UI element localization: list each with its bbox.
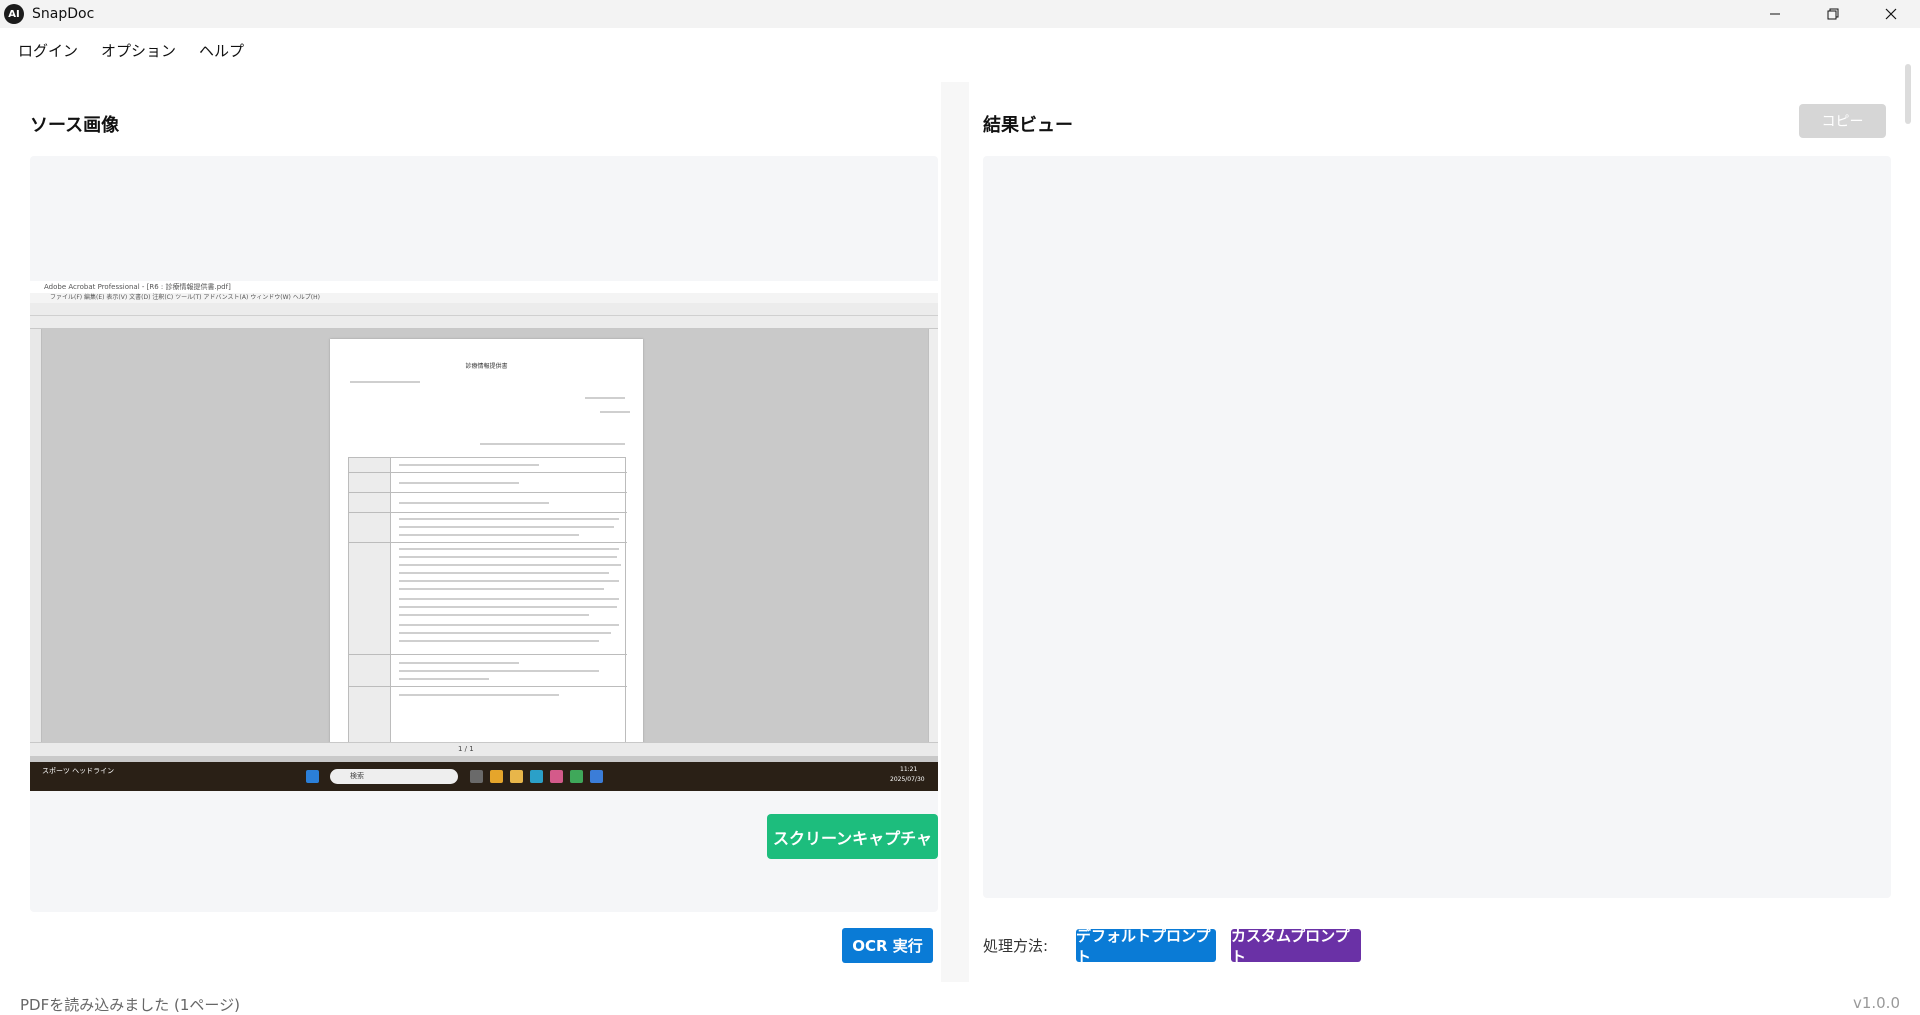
app-logo-icon: AI — [4, 4, 24, 24]
thumb-page-counter: 1 / 1 — [458, 745, 474, 753]
minimize-icon — [1770, 13, 1780, 15]
thumb-taskbar-search: 検索 — [330, 769, 458, 784]
window-controls — [1746, 0, 1920, 28]
minimize-button[interactable] — [1746, 0, 1804, 28]
version-label: v1.0.0 — [1852, 994, 1900, 1012]
default-prompt-button[interactable]: デフォルトプロンプト — [1076, 927, 1216, 966]
thumb-window-title: Adobe Acrobat Professional - [R6 : 診療情報提… — [30, 281, 938, 293]
maximize-button[interactable] — [1804, 0, 1862, 28]
menu-login[interactable]: ログイン — [18, 40, 78, 61]
thumb-toolbar — [30, 303, 938, 316]
ocr-run-button[interactable]: OCR 実行 — [842, 928, 933, 963]
thumb-menu: ファイル(F) 編集(E) 表示(V) 文書(D) 注釈(C) ツール(T) ア… — [30, 293, 938, 303]
panel-divider — [941, 82, 969, 982]
menu-bar: ログイン オプション ヘルプ — [0, 28, 1920, 72]
thumb-taskbar-date: 2025/07/30 — [890, 776, 925, 783]
thumb-doc-title: 診療情報提供書 — [465, 363, 508, 370]
captured-screenshot: Adobe Acrobat Professional - [R6 : 診療情報提… — [30, 281, 938, 791]
result-view-area[interactable] — [983, 156, 1891, 898]
thumb-taskbar-news: スポーツ ヘッドライン — [42, 767, 115, 775]
thumb-left-pane — [30, 329, 42, 742]
close-icon — [1885, 8, 1897, 20]
menu-help[interactable]: ヘルプ — [199, 40, 244, 61]
close-button[interactable] — [1862, 0, 1920, 28]
thumb-document-page: 診療情報提供書 — [330, 339, 643, 750]
window-title: SnapDoc — [32, 6, 95, 22]
source-title: ソース画像 — [30, 115, 120, 136]
title-bar: AI SnapDoc — [0, 0, 1920, 28]
thumb-toolbar-2 — [30, 316, 938, 329]
custom-prompt-button[interactable]: カスタムプロンプト — [1231, 927, 1361, 966]
result-title: 結果ビュー — [983, 115, 1073, 136]
status-message: PDFを読み込みました (1ページ) — [20, 996, 240, 1014]
processing-method-label: 処理方法: — [983, 937, 1049, 955]
thumb-taskbar-time: 11:21 — [900, 766, 918, 773]
thumb-taskbar: スポーツ ヘッドライン 検索 11:21 2025/07/30 — [30, 762, 938, 791]
menu-options[interactable]: オプション — [101, 40, 176, 61]
thumb-statusbar: 1 / 1 — [30, 742, 938, 756]
thumb-table — [348, 457, 627, 750]
page-scrollbar[interactable] — [1905, 64, 1911, 124]
screen-capture-button[interactable]: スクリーンキャプチャ — [767, 814, 938, 859]
restore-icon — [1827, 8, 1839, 20]
thumb-scrollbar — [928, 329, 938, 742]
copy-button[interactable]: コピー — [1799, 104, 1886, 138]
